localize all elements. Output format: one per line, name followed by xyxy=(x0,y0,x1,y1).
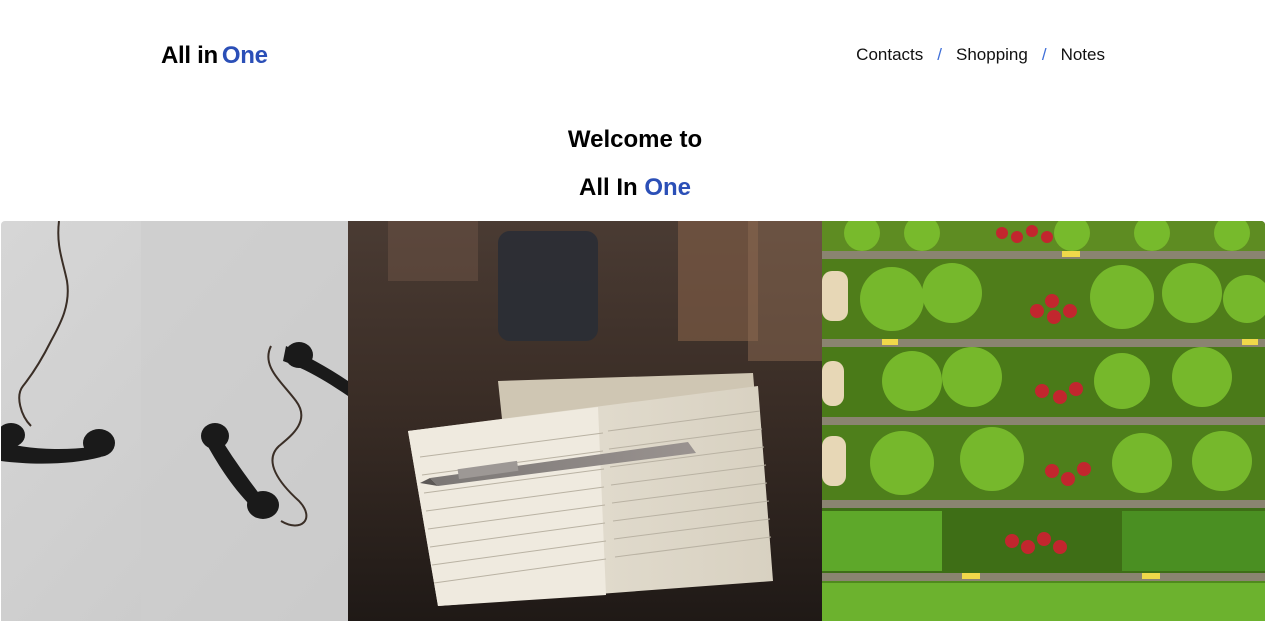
site-header: All in One Contacts / Shopping / Notes xyxy=(0,0,1270,110)
notebook-pen-icon xyxy=(348,221,822,621)
nav-link-contacts[interactable]: Contacts xyxy=(856,44,923,66)
vegetables-icon xyxy=(822,221,1265,621)
telephone-handset-icon xyxy=(1,221,348,621)
image-gallery xyxy=(0,221,1270,626)
contacts-image[interactable] xyxy=(1,221,348,621)
hero-subtitle: All In One xyxy=(0,173,1270,203)
hero-title: Welcome to xyxy=(567,126,703,153)
hero-subtitle-main: All In xyxy=(578,174,638,201)
hero-subtitle-accent: One xyxy=(644,174,692,201)
nav-link-notes[interactable]: Notes xyxy=(1061,44,1105,66)
nav-link-shopping[interactable]: Shopping xyxy=(956,44,1028,66)
logo-text: All in xyxy=(161,42,218,69)
notes-image[interactable] xyxy=(348,221,822,621)
site-logo[interactable]: All in One xyxy=(161,41,268,71)
nav-separator: / xyxy=(1041,45,1047,64)
logo-accent-text: One xyxy=(221,42,268,69)
main-nav: Contacts / Shopping / Notes xyxy=(856,44,1105,66)
nav-separator: / xyxy=(937,45,942,64)
shopping-image[interactable] xyxy=(822,221,1265,621)
